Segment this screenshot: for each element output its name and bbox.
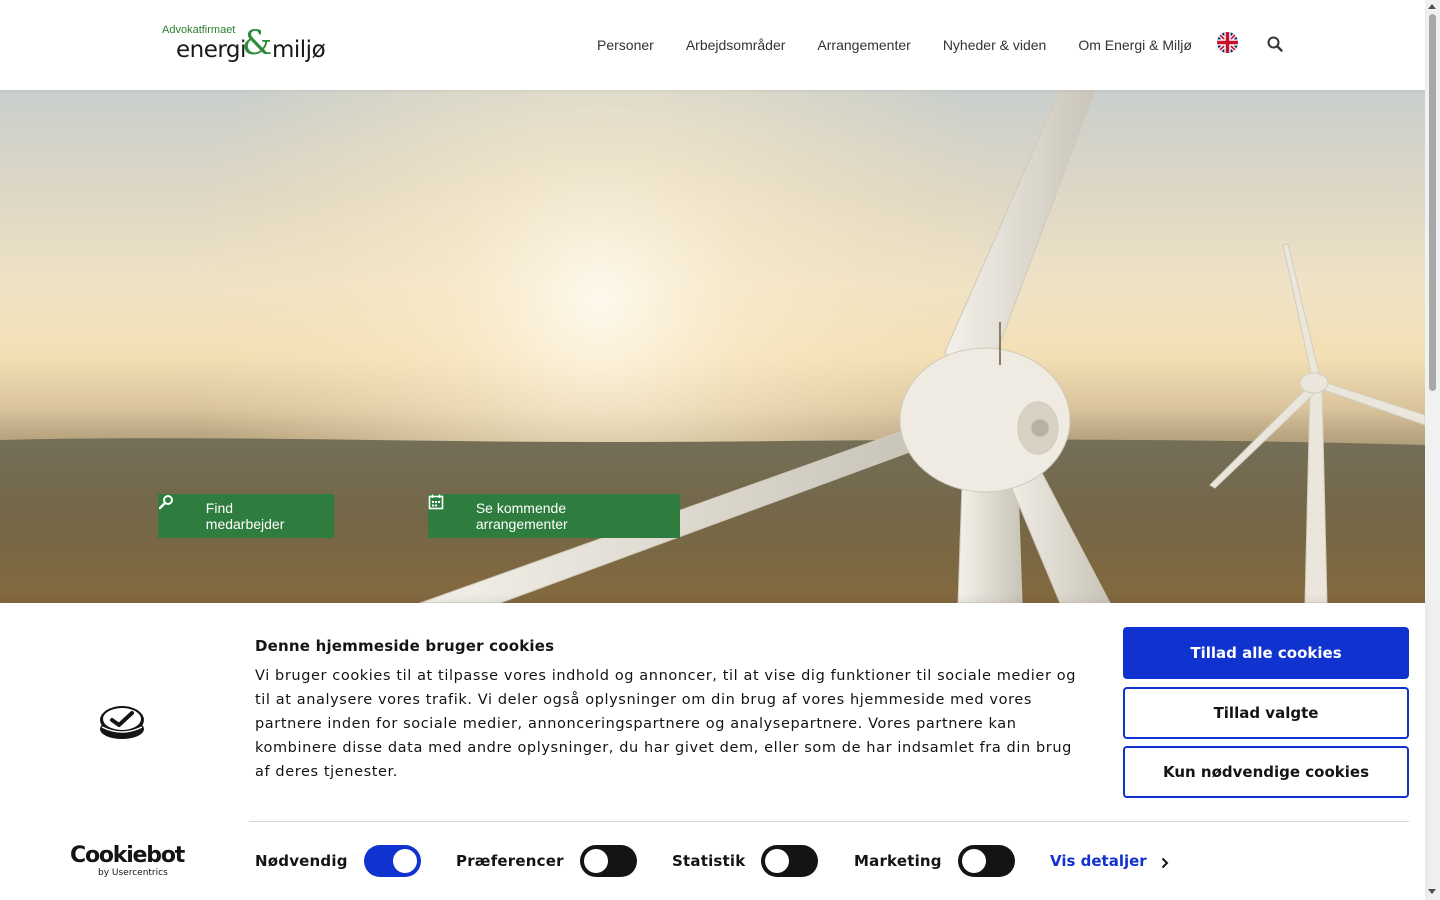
- upcoming-events-label: Se kommende arrangementer: [475, 500, 568, 532]
- logo-tagline: Advokatfirmaet: [162, 24, 236, 36]
- cookiebot-brand-sub: by Usercentrics: [98, 868, 168, 878]
- allow-selected-cookies-button[interactable]: Tillad valgte: [1123, 687, 1409, 739]
- toggle-statistics-switch[interactable]: [761, 845, 819, 877]
- show-details-link[interactable]: Vis detaljer: [1050, 852, 1169, 870]
- cookie-banner-text: Vi bruger cookies til at tilpasse vores …: [255, 668, 1076, 780]
- toggle-preferences-label: Præferencer: [456, 852, 564, 870]
- main-nav: Personer Arbejdsområder Arrangementer Ny…: [597, 37, 1192, 53]
- uk-flag-icon[interactable]: [1217, 32, 1238, 53]
- toggle-preferences-switch[interactable]: [579, 845, 637, 877]
- switch-knob: [961, 849, 986, 873]
- cookie-banner-divider: [249, 821, 1409, 822]
- magnifier-icon: [158, 495, 194, 524]
- scroll-up-arrow-icon[interactable]: [1428, 4, 1436, 9]
- chevron-right-icon: [1161, 855, 1169, 869]
- search-icon[interactable]: [1267, 36, 1283, 52]
- nav-item-om-energi-miljo[interactable]: Om Energi & Miljø: [1078, 37, 1192, 53]
- cookiebot-badge-icon: [98, 703, 146, 741]
- page-scrollbar[interactable]: [1425, 0, 1440, 900]
- toggle-necessary-switch[interactable]: [363, 845, 421, 877]
- scroll-thumb[interactable]: [1429, 14, 1436, 391]
- show-details-label: Vis detaljer: [1050, 852, 1147, 870]
- toggle-necessary-label: Nødvendig: [255, 852, 348, 870]
- allow-all-cookies-button[interactable]: Tillad alle cookies: [1123, 627, 1409, 679]
- toggle-preferences: Præferencer: [456, 844, 637, 878]
- cookiebot-brand-name: Cookiebot: [70, 843, 185, 868]
- toggle-statistics-label: Statistik: [672, 852, 746, 870]
- toggle-marketing-switch[interactable]: [957, 845, 1015, 877]
- switch-knob: [392, 849, 417, 873]
- site-header: Advokatfirmaet energi & miljø Personer A…: [0, 0, 1425, 90]
- nav-item-personer[interactable]: Personer: [597, 37, 654, 53]
- nav-item-arrangementer[interactable]: Arrangementer: [817, 37, 910, 53]
- calendar-icon: [428, 494, 464, 524]
- hero-banner: Find medarbejder Se kommende arrangement…: [0, 90, 1425, 603]
- cookie-banner-title: Denne hjemmeside bruger cookies: [255, 637, 555, 655]
- nav-item-nyheder-viden[interactable]: Nyheder & viden: [943, 37, 1047, 53]
- scroll-down-arrow-icon[interactable]: [1428, 889, 1436, 894]
- cookiebot-logo[interactable]: Cookiebot by Usercentrics: [70, 843, 185, 881]
- logo-word-miljo: miljø: [272, 37, 326, 63]
- logo-word-energi: energi: [176, 37, 246, 63]
- necessary-cookies-only-button[interactable]: Kun nødvendige cookies: [1123, 746, 1409, 798]
- cookie-consent-banner: Denne hjemmeside bruger cookies Vi bruge…: [0, 603, 1425, 900]
- switch-knob: [583, 849, 608, 873]
- site-logo[interactable]: Advokatfirmaet energi & miljø: [162, 24, 332, 68]
- toggle-necessary: Nødvendig: [255, 844, 421, 878]
- nav-item-arbejdsomrader[interactable]: Arbejdsområder: [686, 37, 786, 53]
- logo-ampersand: &: [242, 23, 273, 63]
- toggle-marketing: Marketing: [854, 844, 1015, 878]
- find-employee-button[interactable]: Find medarbejder: [158, 494, 334, 538]
- switch-knob: [765, 849, 790, 873]
- toggle-marketing-label: Marketing: [854, 852, 942, 870]
- toggle-statistics: Statistik: [672, 844, 819, 878]
- upcoming-events-button[interactable]: Se kommende arrangementer: [428, 494, 680, 538]
- find-employee-label: Find medarbejder: [205, 500, 285, 532]
